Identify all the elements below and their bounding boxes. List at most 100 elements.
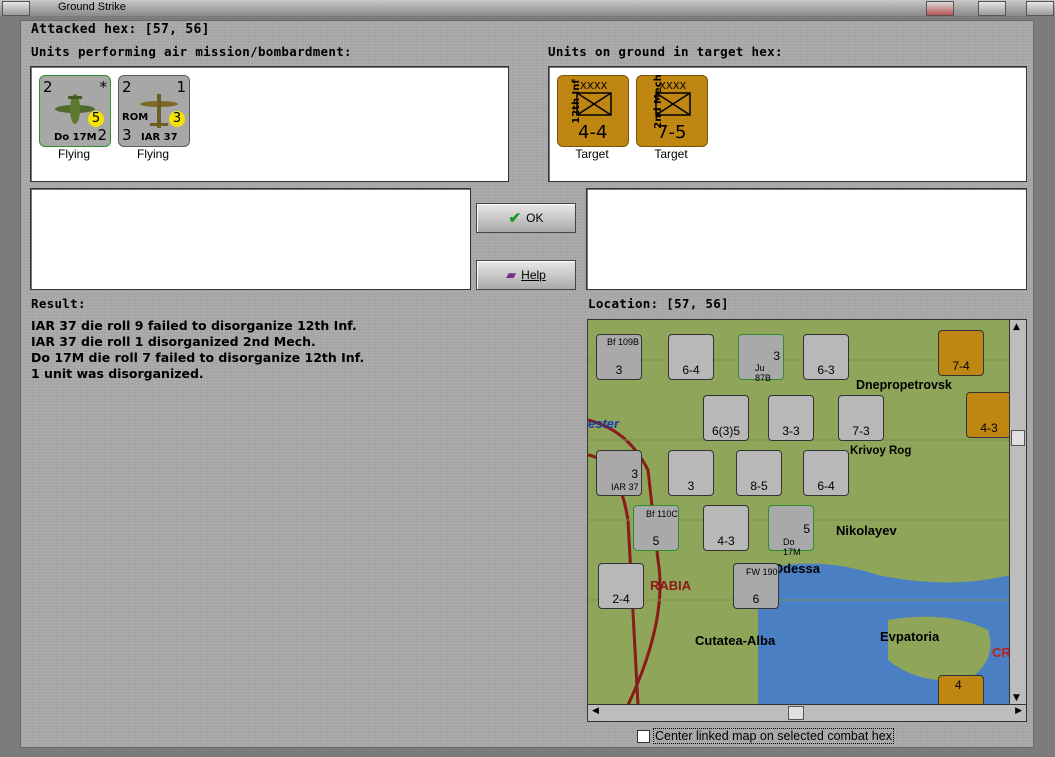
unit-stat: 2 (43, 78, 53, 96)
unit-stat: 2 (122, 78, 132, 96)
location-label: Location: [57, 56] (588, 296, 729, 311)
location-map[interactable]: Dnepropetrovsk Krivoy Rog Nikolayev Odes… (587, 319, 1011, 706)
air-unit-status: Flying (57, 147, 90, 161)
center-map-label[interactable]: Center linked map on selected combat hex (653, 728, 894, 744)
map-counter[interactable]: 6-4 (668, 334, 714, 380)
counter-value: 6(3)5 (711, 424, 740, 438)
map-city: Nikolayev (836, 523, 897, 538)
minimize-button[interactable] (978, 1, 1006, 16)
air-units-list[interactable]: 2 * Do 17M 2 5 Flying 2 1 ROM 3 IAR 37 3… (30, 66, 509, 182)
map-counter-do17m[interactable]: Do 17M 5 (768, 505, 814, 557)
ok-button[interactable]: ✔ OK (476, 203, 576, 233)
air-unit-iar37[interactable]: 2 1 ROM 3 IAR 37 3 (118, 75, 190, 147)
map-counter[interactable]: 4 (938, 675, 984, 705)
map-horizontal-scrollbar[interactable]: ◀ ▶ (587, 704, 1027, 722)
unit-size: XXXX (580, 81, 608, 92)
unit-circle-value: 5 (88, 111, 104, 127)
map-vertical-scrollbar[interactable]: ▲ ▼ (1009, 319, 1027, 706)
checkmark-icon: ✔ (508, 210, 522, 227)
result-line: IAR 37 die roll 1 disorganized 2nd Mech. (31, 334, 316, 349)
counter-name: Bf 110C (646, 509, 678, 519)
result-label: Result: (31, 296, 86, 311)
map-counter[interactable]: 4-3 (703, 505, 749, 551)
counter-value: 3 (631, 467, 638, 481)
map-counter-iar37[interactable]: IAR 37 3 (596, 450, 642, 496)
map-counter[interactable]: 7-4 (938, 330, 984, 376)
map-city: Krivoy Rog (850, 445, 912, 457)
result-line: 1 unit was disorganized. (31, 366, 204, 381)
map-counter[interactable]: 7-3 (838, 395, 884, 441)
unit-stat: * (99, 78, 108, 96)
air-unit-status: Flying (136, 147, 169, 161)
help-button-label: Help (521, 268, 546, 282)
map-counter[interactable]: 3 (668, 450, 714, 496)
map-city: Dnepropetrovsk (856, 378, 952, 392)
map-counter-ju87b[interactable]: Ju 87B 3 (738, 334, 784, 383)
ground-units-list[interactable]: 12th Inf XXXX 4-4 Target 2nd Mech XXXX 7… (548, 66, 1027, 182)
unit-circle-value: 3 (169, 111, 185, 127)
result-line: IAR 37 die roll 9 failed to disorganize … (31, 318, 357, 333)
map-city: Evpatoria (880, 629, 940, 644)
map-counter[interactable]: 2-4 (598, 563, 644, 609)
unit-strength: 7-5 (657, 122, 687, 143)
counter-value: 6 (752, 592, 760, 606)
map-counter[interactable]: 8-5 (736, 450, 782, 496)
system-menu-button[interactable] (2, 1, 30, 16)
map-city: RABIA (650, 578, 692, 593)
ground-unit-12th-inf[interactable]: 12th Inf XXXX 4-4 (557, 75, 629, 147)
map-city: Cutatea-Alba (695, 633, 776, 648)
map-counter[interactable]: 4-3 (966, 392, 1010, 438)
close-button[interactable] (1026, 1, 1054, 16)
ground-unit-status: Target (654, 147, 688, 161)
counter-name: FW 190 (746, 567, 778, 577)
map-counter-bf110c[interactable]: Bf 110C 5 (633, 505, 679, 551)
map-city: ester (588, 416, 620, 431)
scroll-thumb[interactable] (1011, 430, 1025, 446)
counter-value: 7-3 (852, 424, 870, 438)
map-counter[interactable]: 6-3 (803, 334, 849, 380)
map-counter-fw190[interactable]: FW 190 6 (733, 563, 779, 609)
scroll-right-icon[interactable]: ▶ (1015, 706, 1022, 716)
ground-unit-2nd-mech[interactable]: 2nd Mech XXXX 7-5 (636, 74, 708, 147)
ground-units-label: Units on ground in target hex: (548, 44, 783, 59)
scroll-down-icon[interactable]: ▼ (1013, 693, 1020, 703)
scroll-left-icon[interactable]: ◀ (592, 706, 599, 716)
map-counter[interactable]: 3-3 (768, 395, 814, 441)
result-text: IAR 37 die roll 9 failed to disorganize … (31, 318, 571, 382)
map-counter[interactable]: 6(3)5 (703, 395, 749, 441)
unit-strength: 4-4 (578, 122, 608, 143)
center-map-checkbox[interactable] (637, 730, 650, 743)
infantry-symbol-icon (576, 92, 612, 116)
counter-value: 8-5 (750, 479, 768, 493)
ground-unit-status: Target (575, 147, 609, 161)
help-button[interactable]: ▰ Help (476, 260, 576, 290)
counter-value: 3 (687, 479, 695, 493)
counter-value: 6-4 (817, 479, 835, 493)
map-counter-bf109b[interactable]: Bf 109B 3 (596, 334, 642, 380)
counter-value: 6-4 (682, 363, 700, 377)
counter-value: 2-4 (612, 592, 630, 606)
counter-value: 3-3 (782, 424, 800, 438)
air-unit-detail-pane (30, 188, 471, 290)
air-unit-do17m[interactable]: 2 * Do 17M 2 5 (39, 75, 111, 147)
air-units-label: Units performing air mission/bombardment… (31, 44, 352, 59)
map-city: Odessa (773, 561, 820, 576)
title-bar[interactable]: Ground Strike (0, 0, 1055, 17)
counter-value: 5 (803, 522, 810, 536)
unit-name: Do 17M (54, 132, 97, 143)
counter-value: 4-3 (717, 534, 735, 548)
counter-value: 3 (615, 363, 623, 377)
scroll-thumb[interactable] (788, 706, 804, 720)
counter-value: 6-3 (817, 363, 835, 377)
counter-value: 5 (652, 534, 660, 548)
map-counter[interactable]: 6-4 (803, 450, 849, 496)
result-line: Do 17M die roll 7 failed to disorganize … (31, 350, 365, 365)
scroll-up-icon[interactable]: ▲ (1013, 322, 1020, 332)
ok-button-label: OK (526, 211, 544, 225)
unit-name: IAR 37 (141, 132, 178, 143)
counter-name: Bf 109B (607, 337, 640, 347)
unit-stat: 3 (122, 126, 132, 144)
counter-name: IAR 37 (611, 482, 639, 492)
mech-symbol-icon (655, 92, 691, 116)
counter-value: 4-3 (980, 421, 998, 435)
